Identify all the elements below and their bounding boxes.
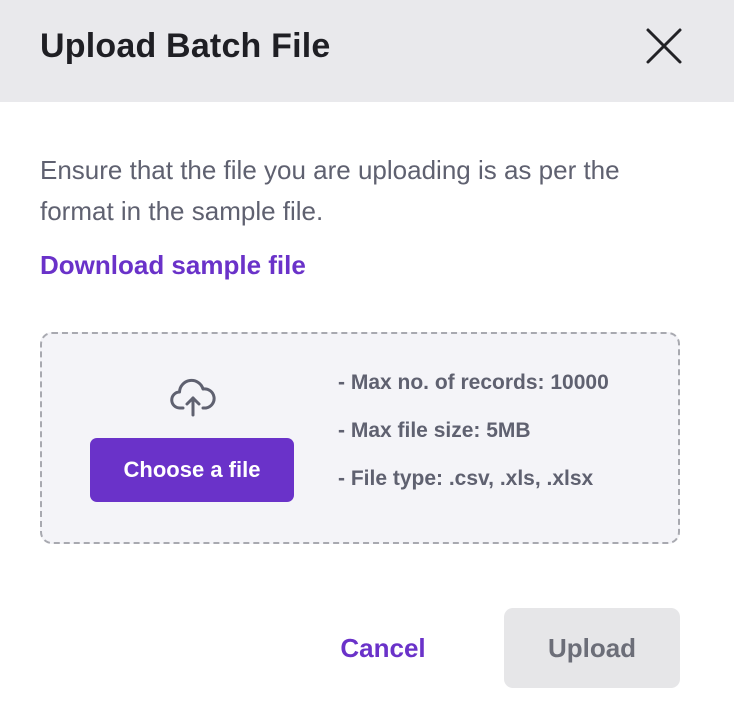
close-icon bbox=[646, 28, 682, 64]
cloud-upload-icon bbox=[170, 378, 216, 417]
file-requirements-list: - Max no. of records: 10000 - Max file s… bbox=[338, 366, 609, 510]
upload-button[interactable]: Upload bbox=[504, 608, 680, 688]
max-file-size-rule: - Max file size: 5MB bbox=[338, 419, 531, 442]
close-button[interactable] bbox=[642, 24, 686, 68]
upload-description: Ensure that the file you are uploading i… bbox=[40, 155, 620, 226]
upload-batch-dialog: Upload Batch File Ensure that the file y… bbox=[0, 0, 734, 726]
dialog-title: Upload Batch File bbox=[40, 27, 331, 65]
file-dropzone[interactable]: Choose a file - Max no. of records: 1000… bbox=[40, 332, 680, 544]
file-type-rule: - File type: .csv, .xls, .xlsx bbox=[338, 467, 594, 490]
dialog-header: Upload Batch File bbox=[0, 0, 734, 102]
cancel-button[interactable]: Cancel bbox=[330, 624, 436, 672]
choose-file-button[interactable]: Choose a file bbox=[90, 438, 294, 502]
max-records-rule: - Max no. of records: 10000 bbox=[338, 371, 609, 394]
download-sample-link[interactable]: Download sample file bbox=[40, 246, 306, 284]
